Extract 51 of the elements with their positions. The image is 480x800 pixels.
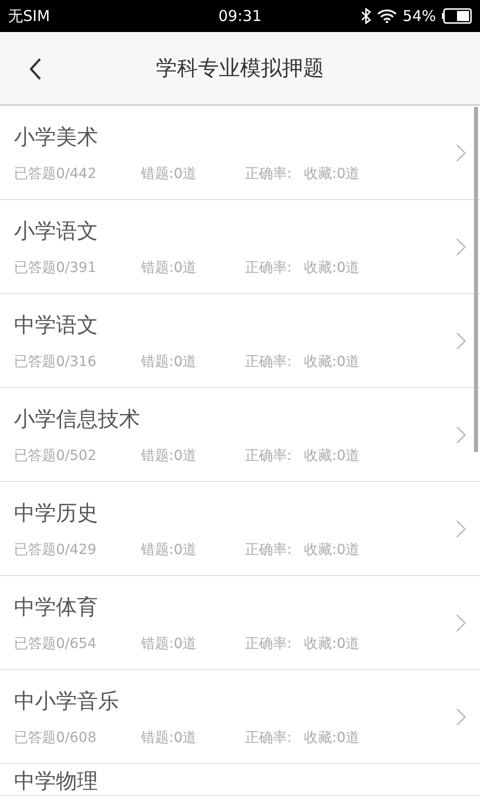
wrong-count: 错题:0道 bbox=[141, 164, 198, 182]
bluetooth-icon bbox=[360, 8, 371, 24]
answered-count: 已答题0/442 bbox=[14, 164, 98, 182]
subject-name: 中学体育 bbox=[14, 594, 99, 620]
subject-name: 小学美术 bbox=[14, 124, 99, 150]
accuracy-label: 正确率: bbox=[245, 634, 293, 652]
subject-name: 中学历史 bbox=[14, 500, 99, 526]
favorites-count: 收藏:0道 bbox=[304, 540, 361, 558]
accuracy-label: 正确率: bbox=[245, 352, 293, 370]
answered-count: 已答题0/608 bbox=[14, 728, 98, 746]
answered-count: 已答题0/316 bbox=[14, 352, 98, 370]
accuracy-label: 正确率: bbox=[245, 164, 293, 182]
subject-name: 中小学音乐 bbox=[14, 688, 120, 714]
favorites-count: 收藏:0道 bbox=[304, 446, 361, 464]
subject-name: 中学语文 bbox=[14, 312, 99, 338]
chevron-icon bbox=[456, 426, 466, 444]
back-icon bbox=[28, 57, 42, 81]
chevron-icon bbox=[456, 332, 466, 350]
accuracy-label: 正确率: bbox=[245, 258, 293, 276]
accuracy-label: 正确率: bbox=[245, 446, 293, 464]
chevron-icon bbox=[456, 708, 466, 726]
answered-count: 已答题0/391 bbox=[14, 258, 98, 276]
clock: 09:31 bbox=[218, 7, 262, 25]
answered-count: 已答题0/654 bbox=[14, 634, 98, 652]
wrong-count: 错题:0道 bbox=[141, 728, 198, 746]
subject-name: 中学物理 bbox=[14, 768, 99, 795]
wrong-count: 错题:0道 bbox=[141, 352, 198, 370]
answered-count: 已答题0/429 bbox=[14, 540, 98, 558]
wifi-icon bbox=[376, 9, 397, 23]
favorites-count: 收藏:0道 bbox=[304, 164, 361, 182]
page-title: 学科专业模拟押题 bbox=[156, 55, 324, 82]
carrier-label: 无SIM bbox=[8, 6, 50, 26]
subject-name: 小学语文 bbox=[14, 218, 99, 244]
accuracy-label: 正确率: bbox=[245, 540, 293, 558]
favorites-count: 收藏:0道 bbox=[304, 634, 361, 652]
wrong-count: 错题:0道 bbox=[141, 634, 198, 652]
battery-icon bbox=[442, 8, 472, 24]
favorites-count: 收藏:0道 bbox=[304, 728, 361, 746]
wrong-count: 错题:0道 bbox=[141, 540, 198, 558]
subject-name: 小学信息技术 bbox=[14, 406, 141, 432]
favorites-count: 收藏:0道 bbox=[304, 258, 361, 276]
chevron-icon bbox=[456, 144, 466, 162]
answered-count: 已答题0/502 bbox=[14, 446, 98, 464]
wrong-count: 错题:0道 bbox=[141, 446, 198, 464]
chevron-icon bbox=[456, 614, 466, 632]
chevron-icon bbox=[456, 238, 466, 256]
accuracy-label: 正确率: bbox=[245, 728, 293, 746]
wrong-count: 错题:0道 bbox=[141, 258, 198, 276]
chevron-icon bbox=[456, 520, 466, 538]
favorites-count: 收藏:0道 bbox=[304, 352, 361, 370]
battery-percent: 54% bbox=[402, 7, 436, 25]
